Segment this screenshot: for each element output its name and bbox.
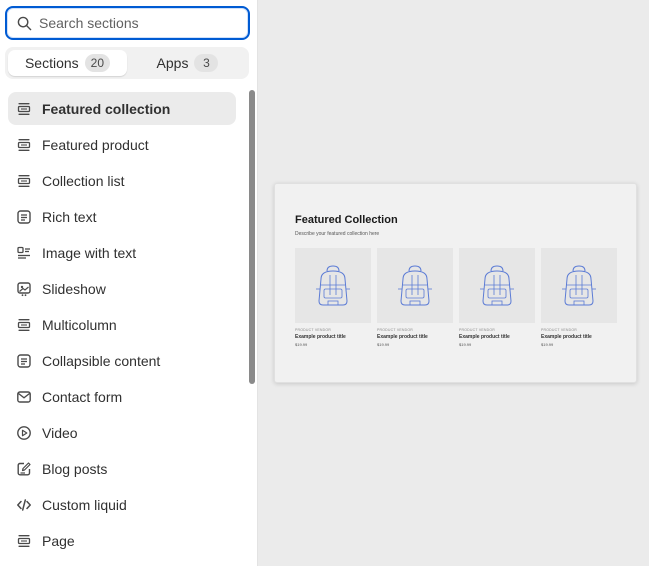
section-item-multicolumn[interactable]: Multicolumn: [0, 307, 248, 343]
section-item-featured-collection[interactable]: Featured collection: [8, 92, 236, 125]
section-item-custom-liquid[interactable]: Custom liquid: [0, 487, 248, 523]
product-price: $19.99: [295, 342, 308, 347]
section-icon: [17, 175, 31, 187]
section-item-label: Custom liquid: [42, 497, 127, 513]
product-title: Example product title: [377, 334, 428, 340]
section-icon: [17, 535, 31, 547]
section-item-blog-posts[interactable]: Blog posts: [0, 451, 248, 487]
edit-icon: [17, 462, 31, 476]
product-title: Example product title: [459, 334, 510, 340]
section-item-label: Multicolumn: [42, 317, 117, 333]
tab-sections-count-badge: 20: [84, 54, 111, 72]
section-item-label: Featured collection: [42, 100, 171, 117]
section-item-rich-text[interactable]: Rich text: [0, 199, 248, 235]
product-price: $19.99: [459, 342, 472, 347]
section-item-label: Contact form: [42, 389, 123, 405]
section-item-image-with-text[interactable]: Image with text: [0, 235, 248, 271]
product-vendor: PRODUCT VENDOR: [541, 328, 577, 332]
text-block-icon: [17, 210, 31, 224]
section-tabs: Sections 20 Apps 3: [5, 47, 249, 79]
sections-panel: Sections 20 Apps 3 Featured collectionFe…: [0, 0, 258, 566]
image-text-icon: [17, 246, 30, 259]
preview-title: Featured Collection: [295, 214, 398, 226]
section-item-label: Collapsible content: [42, 353, 161, 369]
section-item-contact-form[interactable]: Contact form: [0, 379, 248, 415]
section-item-label: Video: [42, 425, 78, 441]
section-item-label: Rich text: [42, 209, 97, 225]
backpack-placeholder-icon: [398, 264, 432, 305]
product-vendor: PRODUCT VENDOR: [377, 328, 413, 332]
section-item-video[interactable]: Video: [0, 415, 248, 451]
section-icon: [17, 102, 31, 115]
section-item-label: Slideshow: [42, 281, 106, 297]
section-list: Featured collection Featured product Colle…: [0, 91, 248, 559]
slideshow-icon: [17, 282, 31, 297]
backpack-placeholder-icon: [480, 264, 514, 305]
section-item-slideshow[interactable]: Slideshow: [0, 271, 248, 307]
play-icon: [17, 426, 31, 440]
tab-sections[interactable]: Sections 20: [8, 50, 127, 76]
text-block-icon: [17, 354, 31, 368]
product-image-placeholder: [459, 248, 535, 323]
product-title: Example product title: [295, 334, 346, 340]
section-icon: [17, 319, 31, 331]
search-input[interactable]: [39, 12, 239, 34]
preview-product-card: PRODUCT VENDOR Example product title $19.9…: [459, 248, 535, 347]
search-box[interactable]: [5, 6, 250, 40]
section-item-label: Collection list: [42, 173, 125, 189]
scrollbar-thumb[interactable]: [249, 90, 255, 384]
tab-apps[interactable]: Apps 3: [129, 50, 246, 76]
tab-apps-count-badge: 3: [194, 54, 219, 72]
section-item-label: Page: [42, 533, 75, 549]
product-image-placeholder: [377, 248, 453, 323]
preview-product-card: PRODUCT VENDOR Example product title $19.9…: [295, 248, 371, 347]
section-item-collection-list[interactable]: Collection list: [0, 163, 248, 199]
product-vendor: PRODUCT VENDOR: [459, 328, 495, 332]
preview-description: Describe your featured collection here: [295, 231, 380, 237]
section-item-label: Blog posts: [42, 461, 108, 477]
section-item-label: Featured product: [42, 137, 149, 153]
section-preview-card: Featured Collection Describe your featur…: [274, 183, 637, 383]
code-icon: [17, 499, 31, 511]
product-title: Example product title: [541, 334, 592, 340]
section-item-page[interactable]: Page: [0, 523, 248, 559]
section-icon: [17, 139, 31, 151]
product-image-placeholder: [295, 248, 371, 323]
section-item-featured-product[interactable]: Featured product: [0, 127, 248, 163]
product-image-placeholder: [541, 248, 617, 323]
product-price: $19.99: [541, 342, 554, 347]
search-icon: [17, 16, 32, 31]
preview-product-card: PRODUCT VENDOR Example product title $19.9…: [541, 248, 617, 347]
section-item-label: Image with text: [42, 245, 137, 261]
backpack-placeholder-icon: [562, 264, 596, 305]
envelope-icon: [17, 391, 31, 403]
tab-sections-label: Sections: [24, 55, 79, 71]
product-vendor: PRODUCT VENDOR: [295, 328, 331, 332]
section-item-collapsible-content[interactable]: Collapsible content: [0, 343, 248, 379]
preview-product-card: PRODUCT VENDOR Example product title $19.9…: [377, 248, 453, 347]
tab-apps-label: Apps: [156, 55, 189, 71]
product-price: $19.99: [377, 342, 390, 347]
backpack-placeholder-icon: [316, 264, 350, 305]
